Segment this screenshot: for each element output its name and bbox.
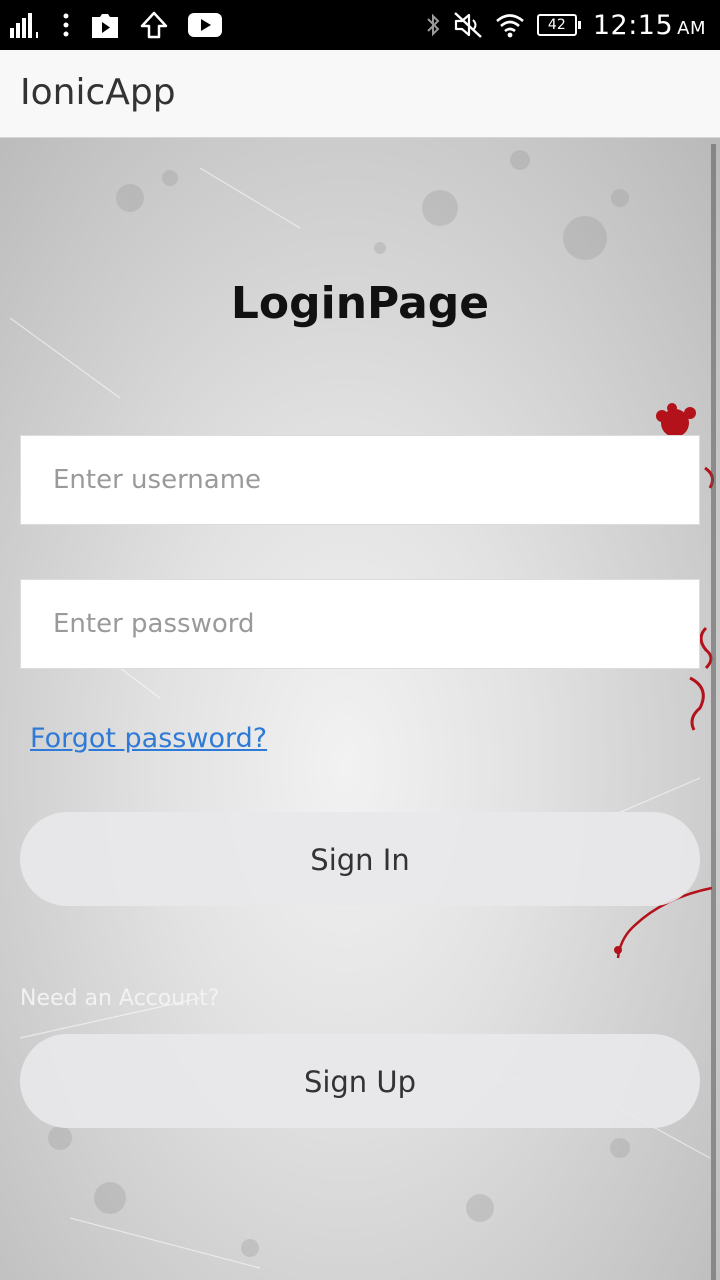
- clock-ampm: AM: [677, 17, 706, 39]
- forgot-password-link[interactable]: Forgot password?: [30, 723, 267, 754]
- more-vert-icon: [62, 12, 70, 38]
- login-content: LoginPage Forgot password? Sign In Need …: [0, 138, 720, 1280]
- wifi-icon: [495, 12, 525, 38]
- app-title: IonicApp: [20, 72, 176, 113]
- sign-up-button[interactable]: Sign Up: [20, 1034, 700, 1128]
- battery-icon: 42: [536, 14, 581, 36]
- battery-level: 42: [536, 14, 577, 36]
- status-bar: 42 12:15 AM: [0, 0, 720, 50]
- status-bar-right: 42 12:15 AM: [425, 8, 706, 42]
- signal-icon: [10, 12, 42, 38]
- clock-time: 12:15: [592, 9, 674, 41]
- scrollbar[interactable]: [711, 144, 716, 1280]
- page-heading: LoginPage: [230, 278, 490, 329]
- app-header: IonicApp: [0, 50, 720, 138]
- sign-in-button[interactable]: Sign In: [20, 812, 700, 906]
- status-bar-left: [10, 8, 222, 42]
- upload-icon: [140, 11, 168, 39]
- play-store-icon: [90, 11, 120, 39]
- bluetooth-icon: [425, 12, 441, 38]
- youtube-icon: [188, 13, 222, 37]
- need-account-label: Need an Account?: [20, 986, 220, 1011]
- status-clock: 12:15 AM: [593, 10, 706, 41]
- username-input[interactable]: [20, 435, 700, 525]
- password-input[interactable]: [20, 579, 700, 669]
- mute-icon: [453, 11, 483, 39]
